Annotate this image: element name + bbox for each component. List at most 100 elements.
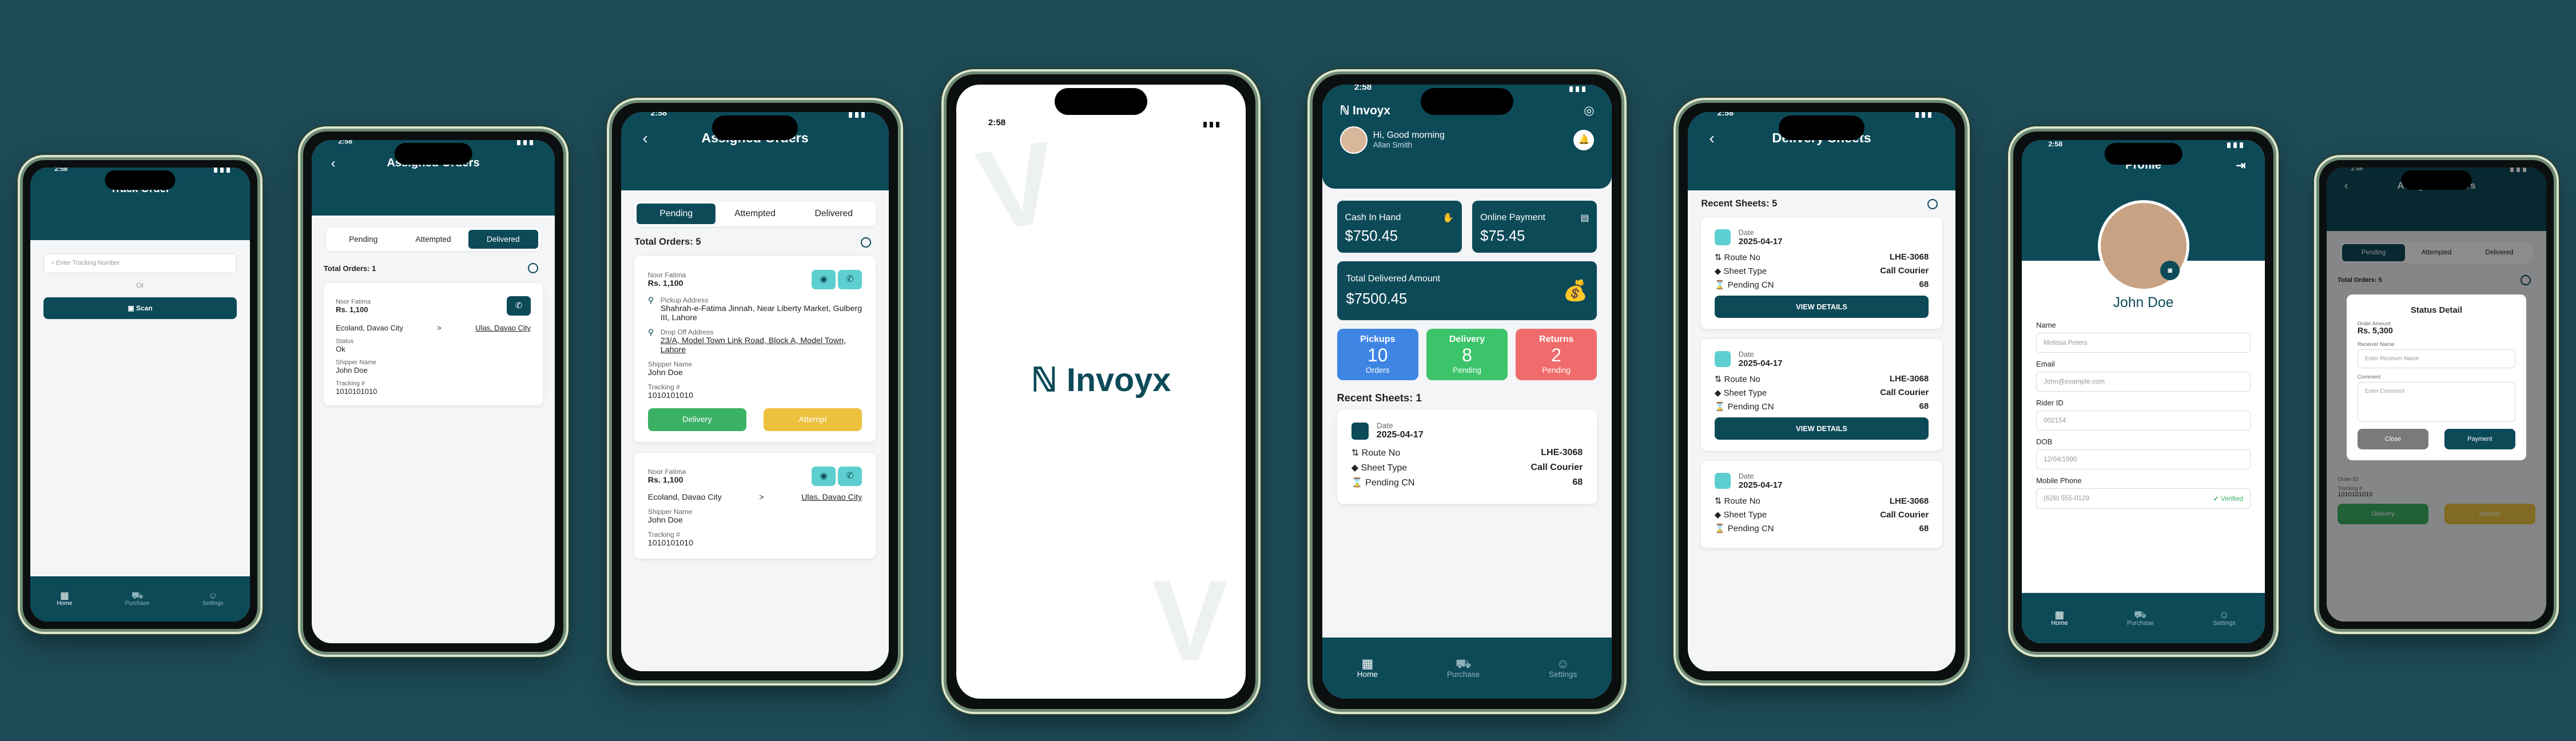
home-icon: ▦ xyxy=(60,590,69,601)
refresh-icon[interactable] xyxy=(1927,198,1938,209)
to-location[interactable]: Ulas, Davao City xyxy=(801,493,862,502)
route-arrow: > xyxy=(437,324,442,333)
sheet-icon: ◆ xyxy=(1351,463,1361,473)
nav-purchase[interactable]: ⛟ Purchase xyxy=(1447,658,1480,679)
total-delivered-card[interactable]: Total Delivered Amount $7500.45 💰 xyxy=(1337,261,1597,320)
call-icon[interactable]: ✆ xyxy=(838,467,862,487)
calendar-icon xyxy=(1714,473,1731,489)
nav-purchase[interactable]: ⛟ Purchase xyxy=(2126,609,2154,627)
whatsapp-icon[interactable]: ◉ xyxy=(812,467,836,487)
sheet-label: Sheet Type xyxy=(1361,463,1408,473)
delivery-card[interactable]: Delivery 8 Pending xyxy=(1426,328,1508,380)
order-card[interactable]: Noor Fatima Rs. 1,100 ✆ Ecoland, Davao Cit… xyxy=(323,283,543,406)
nav-settings[interactable]: ☺ Settings xyxy=(202,591,224,607)
cash-in-hand-card[interactable]: Cash In Hand ✋ $750.45 xyxy=(1337,200,1462,253)
returns-card[interactable]: Returns 2 Pending xyxy=(1515,328,1597,380)
attempt-button[interactable]: Attempt xyxy=(763,408,862,432)
nav-purchase[interactable]: ⛟ Purchase xyxy=(125,591,150,607)
hourglass-icon: ⌛ xyxy=(1714,401,1728,412)
email-field[interactable]: John@example.com xyxy=(2036,371,2251,392)
status-label: Status xyxy=(336,338,354,345)
signal-icon xyxy=(848,112,865,118)
calendar-icon xyxy=(1714,350,1731,367)
tracking-number-input[interactable]: ⌕ Enter Tracking Number xyxy=(43,253,237,274)
nav-home[interactable]: ▦ Home xyxy=(1357,658,1378,679)
support-icon[interactable]: ◎ xyxy=(1584,103,1594,118)
email-label: Email xyxy=(2036,359,2055,368)
pending-value: 68 xyxy=(1919,523,1929,533)
view-details-button[interactable]: VIEW DETAILS xyxy=(1714,417,1929,440)
mobile-field[interactable]: (628) 555-0129 ✔ Verified xyxy=(2036,488,2251,509)
nav-home[interactable]: ▦ Home xyxy=(2051,609,2068,627)
tab-delivered[interactable]: Delivered xyxy=(794,204,873,224)
nav-settings[interactable]: ☺ Settings xyxy=(2213,608,2236,627)
tracking-placeholder: Enter Tracking Number xyxy=(56,260,120,267)
shipper-label: Shipper Name xyxy=(647,360,693,369)
refresh-icon[interactable] xyxy=(528,263,539,274)
to-location[interactable]: Ulas, Davao City xyxy=(475,324,531,332)
order-card[interactable]: Noor Fatima Rs. 1,100 ◉ ✆ Ecoland, Davao C… xyxy=(634,452,876,559)
shipper-label: Shipper Name xyxy=(336,359,376,366)
hourglass-icon: ⌛ xyxy=(1351,478,1366,488)
nav-home[interactable]: ▦ Home xyxy=(57,591,72,607)
tracking-value: 1010101010 xyxy=(647,391,694,401)
tab-delivered[interactable]: Delivered xyxy=(468,229,538,249)
scan-button[interactable]: ▣ Scan xyxy=(43,297,237,320)
returns-sub: Pending xyxy=(1542,365,1571,375)
sheet-card[interactable]: Date 2025-04-17 ⇅ Route No LHE-3068 ◆ Shee… xyxy=(1701,217,1942,329)
signal-icon xyxy=(2227,142,2244,149)
camera-icon[interactable]: ◙ xyxy=(2160,260,2180,280)
shipper-value: John Doe xyxy=(647,516,683,525)
delivery-button[interactable]: Delivery xyxy=(647,408,747,432)
settings-icon: ☺ xyxy=(2219,608,2229,620)
tab-attempted[interactable]: Attempted xyxy=(398,230,468,249)
logout-icon[interactable]: ⇥ xyxy=(2236,158,2246,173)
pickups-card[interactable]: Pickups 10 Orders xyxy=(1337,328,1419,380)
route-label: Route No xyxy=(1724,496,1760,507)
sheet-card[interactable]: Date 2025-04-17 ⇅ Route No LHE-3068 ◆ Shee… xyxy=(1701,339,1942,451)
nav-home-label: Home xyxy=(1357,670,1378,679)
date-label: Date xyxy=(1376,421,1393,431)
total-orders: Total Orders: 1 xyxy=(323,264,376,273)
receiver-input[interactable]: Enter Receiver Name xyxy=(2357,349,2516,368)
online-payment-card[interactable]: Online Payment ▤ $75.45 xyxy=(1472,200,1597,253)
route-icon: ⇅ xyxy=(1714,374,1724,384)
pin-icon: ⚲ xyxy=(647,296,654,306)
back-icon[interactable]: ‹ xyxy=(331,156,336,172)
name-field[interactable]: Melissa Peters xyxy=(2036,332,2251,353)
tab-attempted[interactable]: Attempted xyxy=(715,204,794,224)
invoyx-logo-icon: ℕ xyxy=(1031,362,1067,399)
call-icon[interactable]: ✆ xyxy=(838,270,862,290)
route-icon: ⇅ xyxy=(1351,448,1362,459)
order-card[interactable]: Noor Fatima Rs. 1,100 ◉ ✆ ⚲ Pickup Address S… xyxy=(634,256,876,442)
call-icon[interactable]: ✆ xyxy=(506,296,531,316)
payment-button[interactable]: Payment xyxy=(2444,428,2516,449)
drop-address[interactable]: 23/A, Model Town Link Road, Block A, Mod… xyxy=(661,336,862,354)
route-label: Route No xyxy=(1724,374,1760,384)
bell-icon[interactable]: 🔔 xyxy=(1573,129,1595,150)
tab-pending[interactable]: Pending xyxy=(637,203,716,224)
nav-purchase-label: Purchase xyxy=(2126,620,2154,627)
close-button[interactable]: Close xyxy=(2357,428,2429,449)
status-time: 2:58 xyxy=(1354,84,1372,92)
dob-field[interactable]: 12/04/1990 xyxy=(2036,449,2251,469)
shipper-label: Shipper Name xyxy=(647,508,693,516)
online-label: Online Payment xyxy=(1480,212,1545,222)
comment-textarea[interactable]: Enter Comment xyxy=(2357,381,2516,422)
recent-sheets: Recent Sheets: 1 xyxy=(1337,392,1422,404)
purchase-icon: ⛟ xyxy=(1455,656,1472,671)
back-icon[interactable]: ‹ xyxy=(1709,129,1714,148)
name-label: Name xyxy=(2036,320,2056,329)
refresh-icon[interactable] xyxy=(860,237,871,248)
tab-pending[interactable]: Pending xyxy=(328,230,398,249)
nav-settings[interactable]: ☺ Settings xyxy=(1549,658,1577,679)
pickups-sub: Orders xyxy=(1366,365,1390,375)
rider-field[interactable]: 002154 xyxy=(2036,410,2251,431)
view-details-button[interactable]: VIEW DETAILS xyxy=(1714,295,1929,318)
back-icon[interactable]: ‹ xyxy=(642,129,647,148)
sheet-card[interactable]: Date 2025-04-17 ⇅ Route No LHE-3068 ◆ Shee… xyxy=(1337,410,1597,504)
sheet-card[interactable]: Date 2025-04-17 ⇅ Route No LHE-3068 ◆ Shee… xyxy=(1701,461,1942,548)
whatsapp-icon[interactable]: ◉ xyxy=(812,270,836,290)
pickups-label: Pickups xyxy=(1360,334,1396,344)
avatar[interactable] xyxy=(1339,126,1367,154)
